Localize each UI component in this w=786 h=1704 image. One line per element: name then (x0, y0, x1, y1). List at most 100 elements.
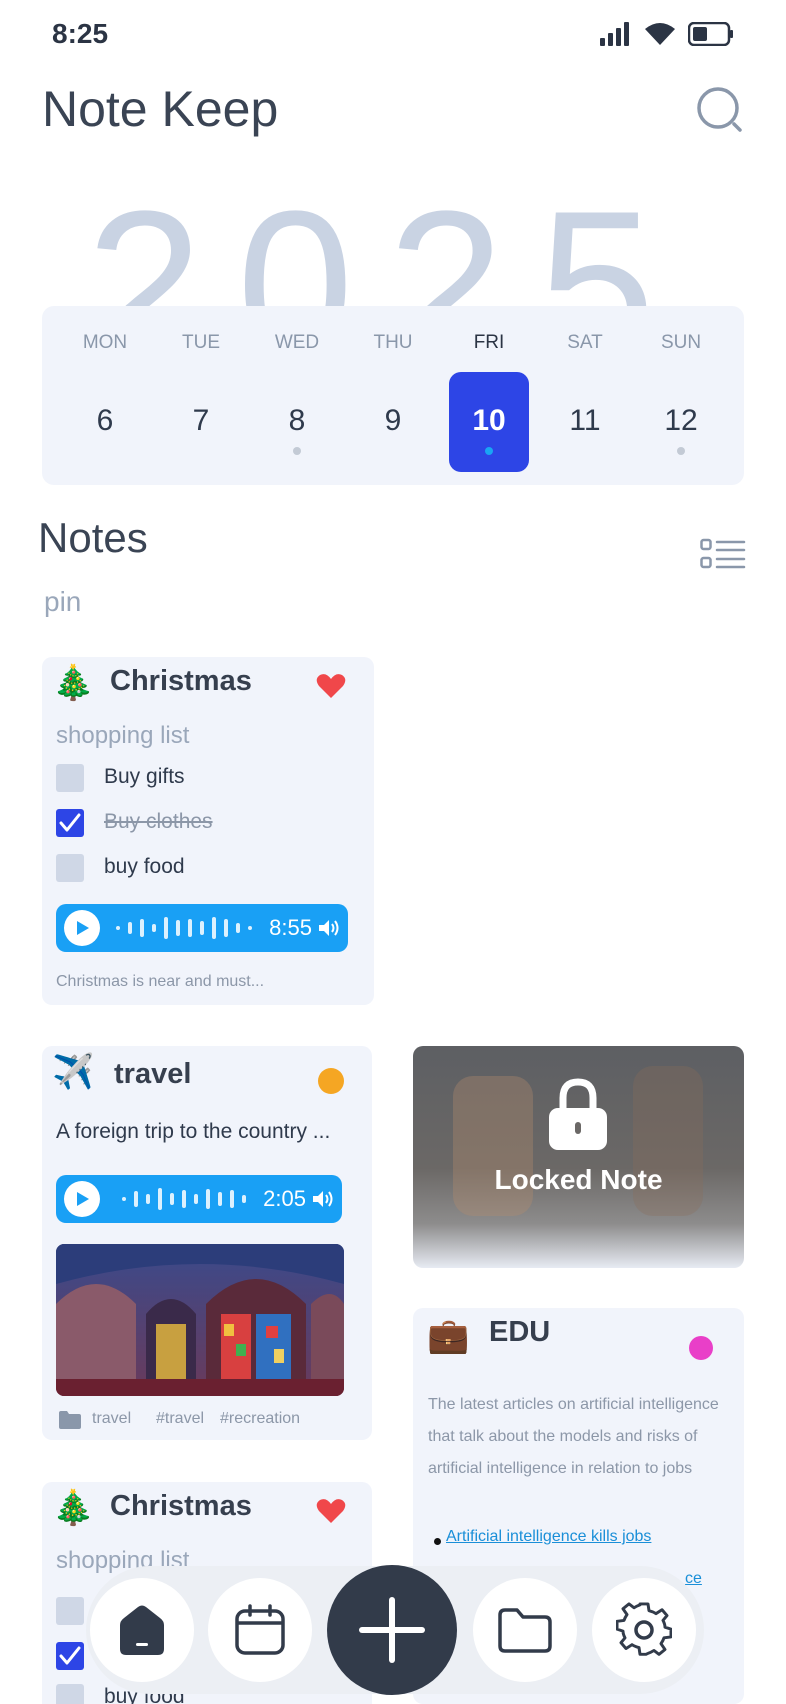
day-sat[interactable]: SAT 11 (545, 306, 625, 485)
mosque-photo[interactable] (56, 1244, 344, 1396)
play-icon (77, 1192, 89, 1206)
home-icon (120, 1605, 164, 1655)
note-preview: Christmas is near and must... (56, 973, 265, 990)
checklist-item-label: Buy gifts (104, 765, 185, 788)
checkbox-unchecked[interactable] (56, 764, 84, 792)
locked-note-label: Locked Note (494, 1164, 663, 1195)
tag-travel[interactable]: #travel (156, 1410, 204, 1428)
note-card-travel[interactable]: ✈️ travel A foreign trip to the country … (42, 1046, 372, 1440)
checkbox-unchecked[interactable] (56, 1684, 84, 1704)
signal-icon (600, 22, 629, 46)
note-text-line: artificial intelligence in relation to j… (428, 1460, 693, 1477)
waveform (122, 1179, 246, 1219)
day-name: SAT (567, 332, 603, 353)
folder-label[interactable]: travel (92, 1410, 131, 1428)
day-name: SUN (660, 332, 702, 353)
nav-folder-button[interactable] (473, 1578, 577, 1682)
day-thu[interactable]: THU 9 (353, 306, 433, 485)
week-calendar: MON 6 TUE 7 WED 8 THU 9 FRI 10 SAT 11 SU… (42, 306, 744, 485)
nav-home-button[interactable] (90, 1578, 194, 1682)
tree-emoji-icon: 🎄 (52, 1489, 95, 1527)
tree-emoji-icon: 🎄 (52, 664, 95, 702)
day-tue[interactable]: TUE 7 (161, 306, 241, 485)
volume-icon[interactable] (312, 1189, 334, 1209)
plus-icon (359, 1597, 425, 1663)
day-mon[interactable]: MON 6 (65, 306, 145, 485)
tag-recreation[interactable]: #recreation (220, 1410, 300, 1428)
note-text-line: The latest articles on artificial intell… (428, 1396, 719, 1413)
checklist-item-label: Buy clothes (104, 810, 213, 833)
audio-player[interactable]: 8:55 (56, 904, 348, 952)
note-title: Christmas (110, 665, 252, 697)
year-display: 2025 (86, 170, 706, 308)
play-button[interactable] (64, 910, 100, 946)
event-dot (485, 447, 493, 455)
lock-icon (549, 1078, 607, 1150)
list-view-button[interactable] (700, 538, 746, 570)
play-icon (77, 921, 89, 935)
checklist-item-label: buy food (104, 855, 185, 878)
folder-icon (498, 1608, 552, 1653)
note-title: EDU (489, 1316, 551, 1348)
folder-icon (59, 1411, 81, 1429)
article-link[interactable]: Artificial intelligence kills jobs (446, 1528, 651, 1546)
article-link-2[interactable]: ce (685, 1570, 702, 1588)
heart-icon[interactable] (316, 673, 346, 699)
wifi-icon (645, 23, 675, 45)
day-name: MON (82, 332, 128, 353)
heart-icon[interactable] (316, 1498, 346, 1524)
checkbox-unchecked[interactable] (56, 854, 84, 882)
day-sun[interactable]: SUN 12 (641, 306, 721, 485)
color-dot (318, 1068, 344, 1094)
checkmark-icon (59, 813, 81, 832)
event-dot (293, 447, 301, 455)
audio-duration: 2:05 (263, 1186, 306, 1211)
nav-settings-button[interactable] (592, 1578, 696, 1682)
day-number: 6 (96, 404, 114, 437)
checkbox-checked[interactable] (56, 809, 84, 837)
status-time: 8:25 (52, 18, 109, 49)
day-name: THU (373, 332, 413, 353)
gear-icon (616, 1602, 672, 1656)
checkbox-unchecked[interactable] (56, 1597, 84, 1625)
search-icon (697, 87, 742, 132)
day-wed[interactable]: WED 8 (257, 306, 337, 485)
bottom-nav-bar (86, 1565, 704, 1695)
note-title: Christmas (110, 1490, 252, 1522)
day-fri-selected[interactable]: FRI 10 (449, 306, 529, 485)
note-card-locked[interactable]: Locked Note (413, 1046, 744, 1268)
day-name: FRI (473, 332, 505, 353)
day-number: 9 (384, 404, 402, 437)
list-view-icon (700, 538, 746, 569)
app-title: Note Keep (42, 81, 279, 137)
day-number: 7 (192, 404, 210, 437)
day-number: 10 (472, 404, 506, 437)
day-number: 12 (664, 404, 698, 437)
waveform (116, 908, 252, 948)
nav-calendar-button[interactable] (208, 1578, 312, 1682)
bullet (434, 1538, 441, 1545)
note-subtitle: shopping list (56, 722, 190, 749)
battery-icon (688, 22, 733, 46)
event-dot (677, 447, 685, 455)
checkbox-checked[interactable] (56, 1642, 84, 1670)
checkmark-icon (59, 1646, 81, 1665)
note-title: travel (114, 1058, 192, 1090)
audio-player[interactable]: 2:05 (56, 1175, 342, 1223)
calendar-icon (235, 1604, 285, 1655)
volume-icon[interactable] (318, 918, 340, 938)
note-card-christmas[interactable]: 🎄 Christmas shopping list Buy gifts Buy … (42, 657, 374, 1005)
day-name: TUE (182, 332, 220, 353)
status-icons (600, 22, 734, 46)
note-text-line: that talk about the models and risks of (428, 1428, 698, 1445)
play-button[interactable] (64, 1181, 100, 1217)
add-note-button[interactable] (327, 1565, 457, 1695)
day-number: 8 (288, 404, 306, 437)
audio-duration: 8:55 (269, 915, 312, 940)
search-button[interactable] (696, 86, 744, 134)
year-text: 2025 (86, 170, 690, 308)
briefcase-emoji-icon: 💼 (427, 1317, 470, 1355)
day-number: 11 (569, 404, 601, 437)
notes-title: Notes (38, 514, 148, 561)
pin-section-label: pin (44, 586, 82, 617)
